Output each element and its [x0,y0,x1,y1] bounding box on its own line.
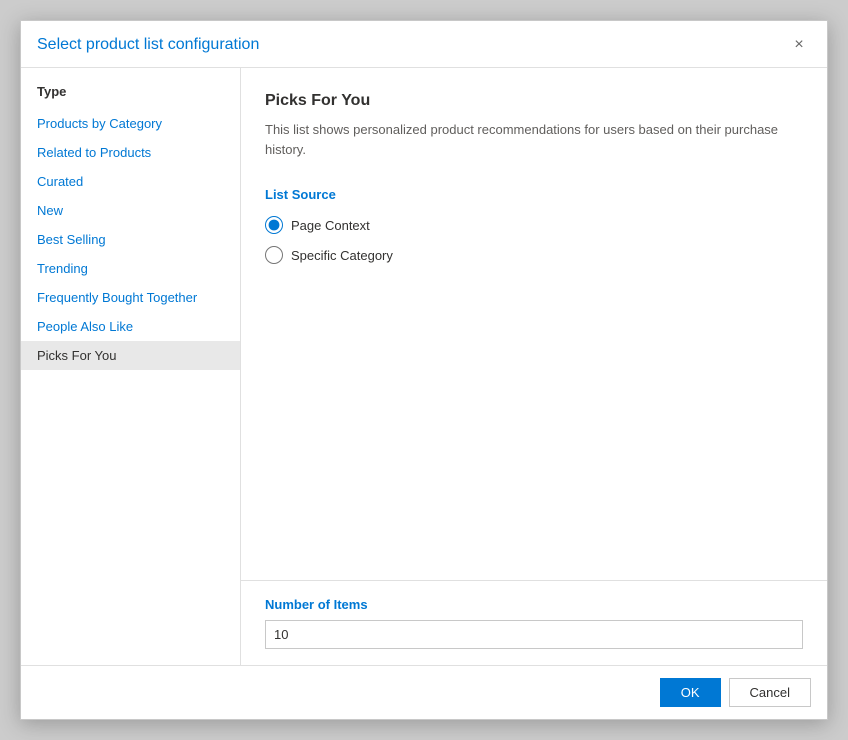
dialog-title-bar: Select product list configuration × [21,21,827,68]
sidebar-item-new[interactable]: New [21,196,240,225]
radio-label-specific-category: Specific Category [291,248,393,263]
sidebar-item-trending[interactable]: Trending [21,254,240,283]
radio-group: Page Context Specific Category [265,216,803,264]
dialog-title: Select product list configuration [37,36,259,54]
sidebar-item-curated[interactable]: Curated [21,167,240,196]
sidebar: Type Products by Category Related to Pro… [21,68,241,665]
sidebar-item-picks-for-you[interactable]: Picks For You [21,341,240,370]
radio-item-specific-category[interactable]: Specific Category [265,246,803,264]
sidebar-item-best-selling[interactable]: Best Selling [21,225,240,254]
radio-item-page-context[interactable]: Page Context [265,216,803,234]
sidebar-item-people-also-like[interactable]: People Also Like [21,312,240,341]
close-button[interactable]: × [787,33,811,57]
radio-input-specific-category[interactable] [265,246,283,264]
dialog-body: Type Products by Category Related to Pro… [21,68,827,665]
content-area: Picks For You This list shows personaliz… [241,68,827,580]
number-of-items-label: Number of Items [265,597,803,612]
sidebar-item-related-to-products[interactable]: Related to Products [21,138,240,167]
sidebar-header: Type [21,80,240,109]
radio-input-page-context[interactable] [265,216,283,234]
content-title: Picks For You [265,92,803,110]
sidebar-item-frequently-bought-together[interactable]: Frequently Bought Together [21,283,240,312]
ok-button[interactable]: OK [660,678,721,707]
list-source-label: List Source [265,187,803,202]
dialog: Select product list configuration × Type… [20,20,828,720]
number-of-items-input[interactable] [265,620,803,649]
sidebar-item-products-by-category[interactable]: Products by Category [21,109,240,138]
radio-label-page-context: Page Context [291,218,370,233]
main-content: Picks For You This list shows personaliz… [241,68,827,665]
footer-area: Number of Items [241,580,827,665]
cancel-button[interactable]: Cancel [729,678,811,707]
content-description: This list shows personalized product rec… [265,120,803,159]
dialog-footer: OK Cancel [21,665,827,719]
